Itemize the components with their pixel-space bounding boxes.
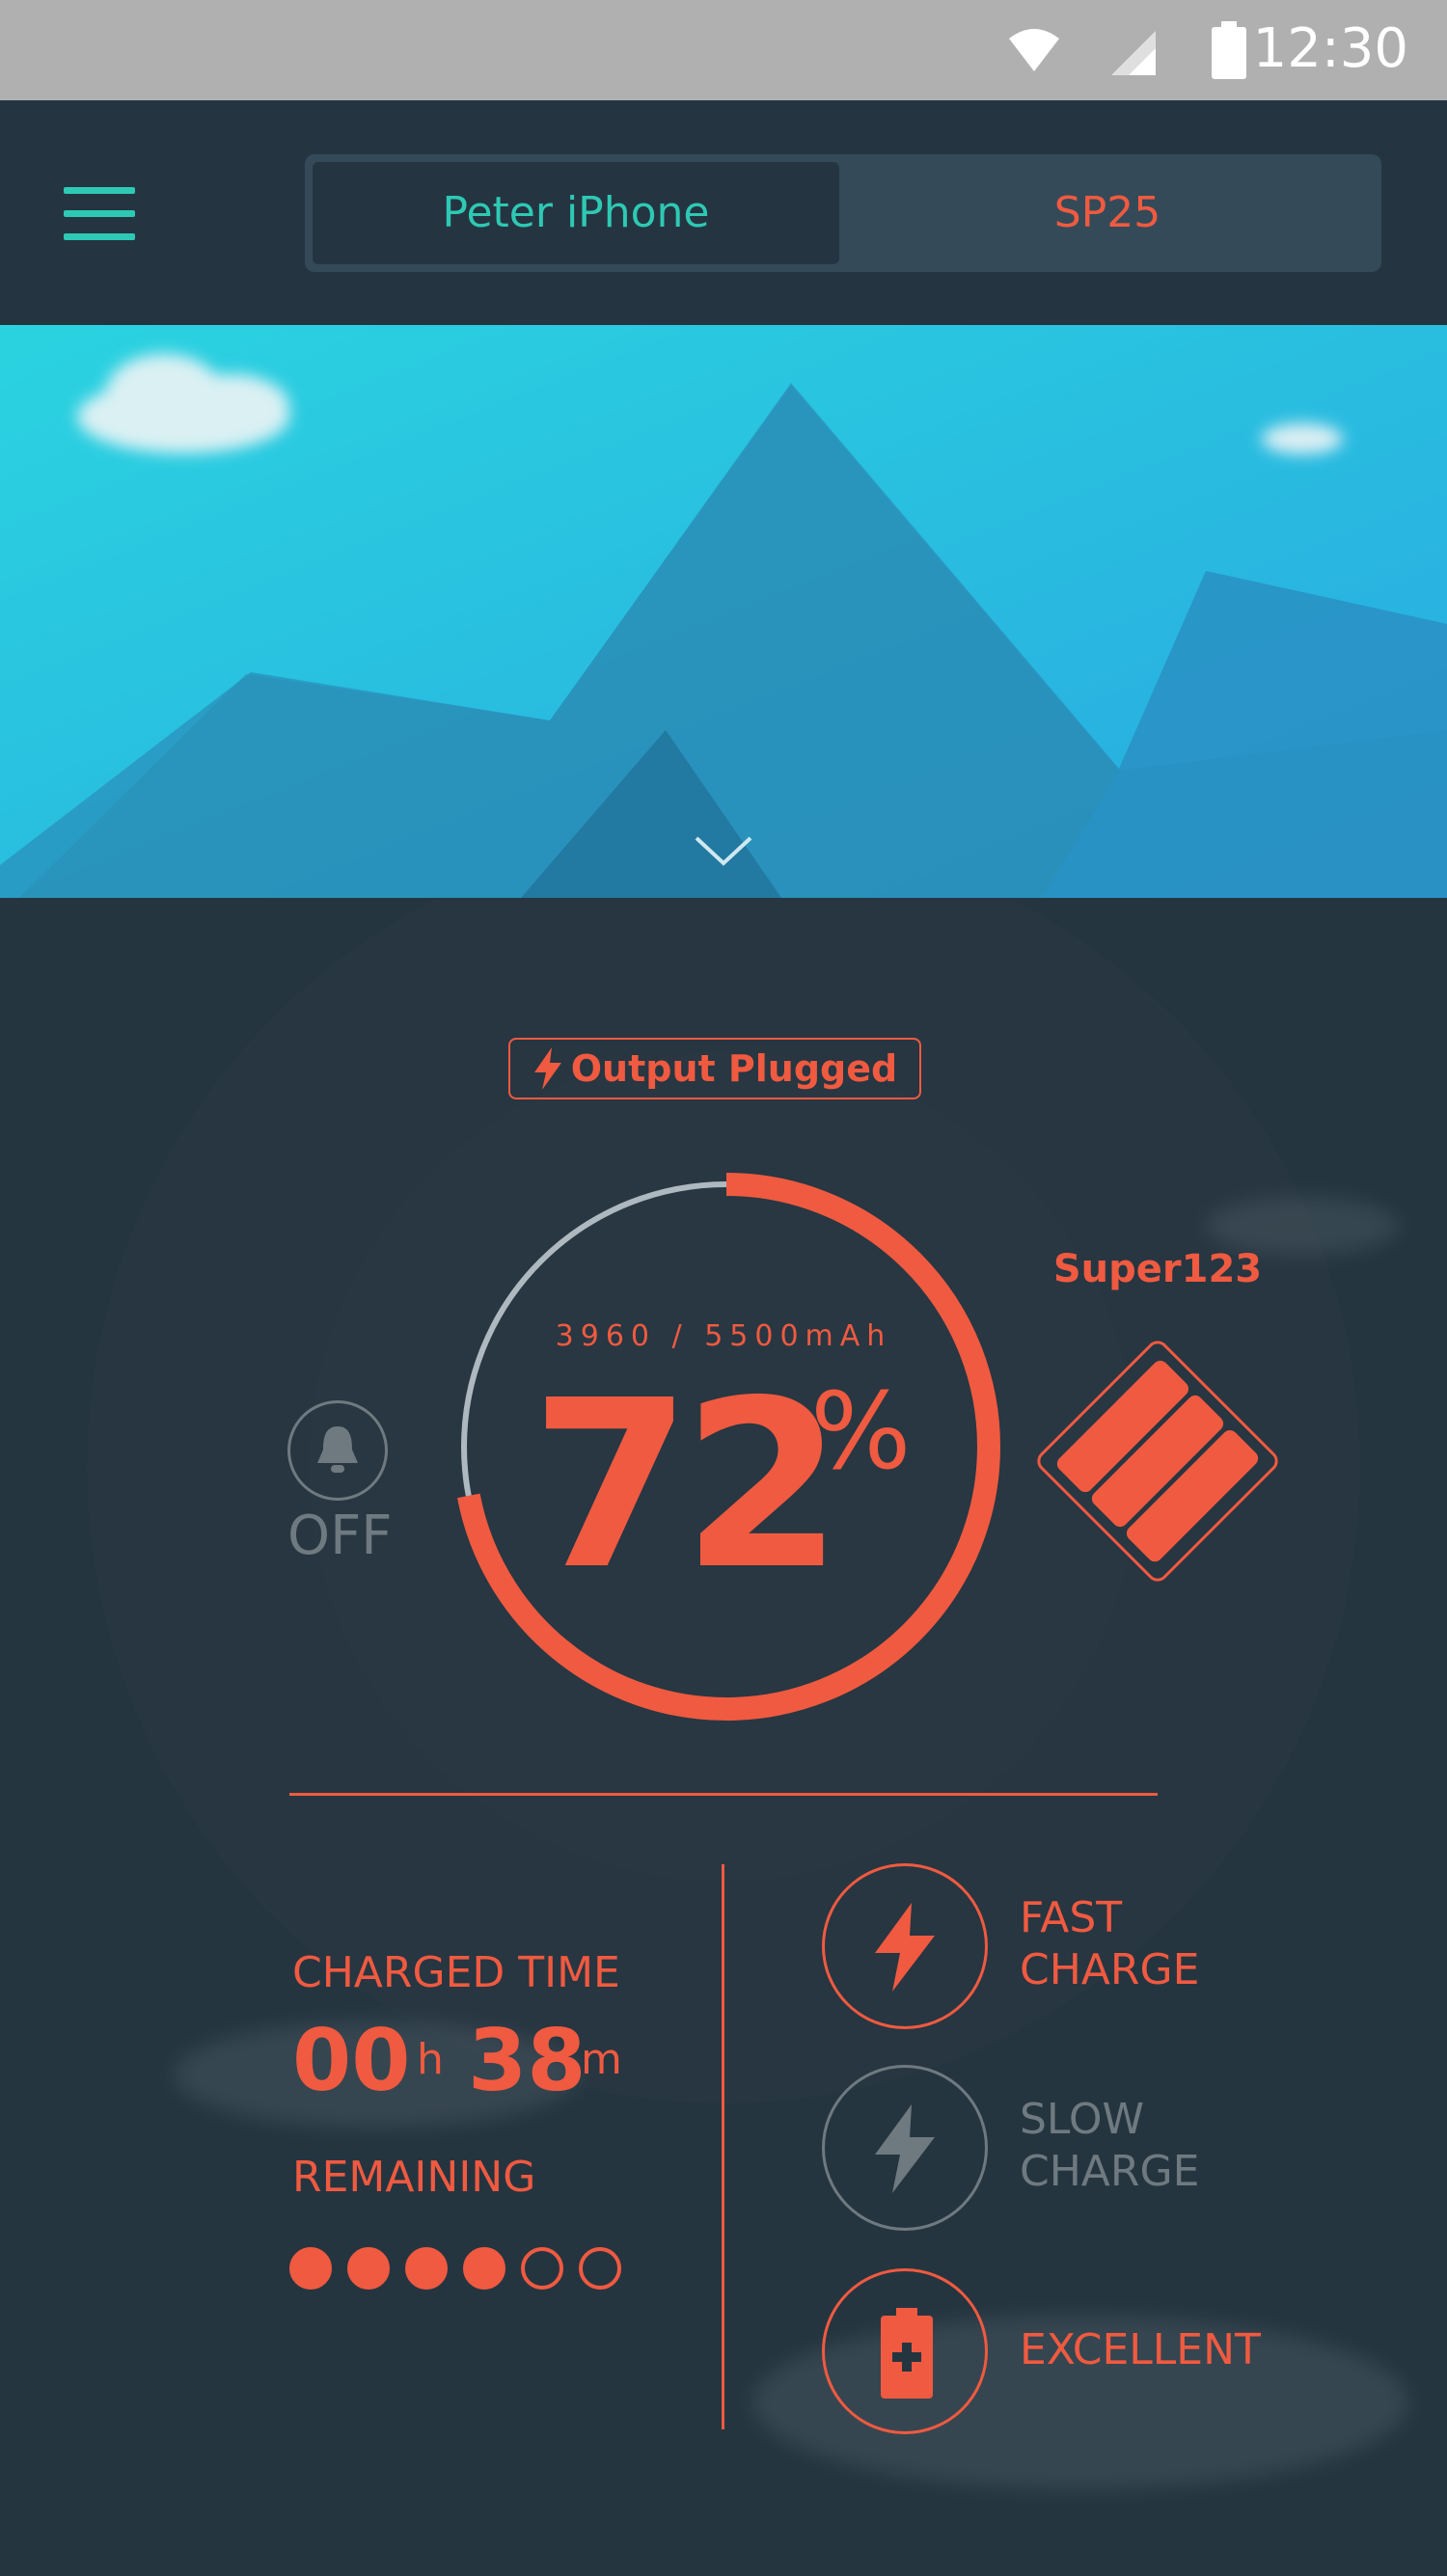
remaining-label: REMAINING	[292, 2153, 536, 2202]
fast-charge-label: FAST CHARGE	[1020, 1892, 1199, 1996]
hero-banner	[0, 325, 1447, 898]
alarm-state: OFF	[287, 1505, 393, 1567]
fast-charge-label-line2: CHARGE	[1020, 1945, 1200, 1994]
capacity-text: 3960 / 5500mAh	[555, 1319, 892, 1353]
battery-plus-icon	[881, 2308, 933, 2399]
section-divider	[289, 1793, 1158, 1796]
charged-minutes: 38	[468, 2011, 587, 2110]
slow-charge-button[interactable]	[822, 2065, 988, 2231]
power-bank-icon[interactable]	[1023, 1326, 1293, 1596]
tab-peter-iphone[interactable]: Peter iPhone	[313, 162, 839, 264]
charged-time-label: CHARGED TIME	[292, 1948, 620, 1997]
column-divider	[722, 1864, 724, 2429]
battery-percent-value: 72	[531, 1350, 843, 1620]
charged-hours-unit: h	[417, 2035, 444, 2084]
bell-icon	[317, 1426, 358, 1473]
lightning-icon	[533, 1047, 561, 1090]
fast-charge-button[interactable]	[822, 1863, 988, 2029]
remaining-dot-empty	[521, 2247, 563, 2290]
chevron-down-icon[interactable]	[693, 834, 754, 869]
battery-percent-unit: %	[810, 1369, 912, 1493]
mountain-illustration	[0, 325, 1447, 898]
remaining-dot-filled	[463, 2247, 505, 2290]
slow-charge-label-line1: SLOW	[1020, 2095, 1145, 2144]
cell-signal-icon	[1111, 31, 1156, 75]
charged-hours: 00	[292, 2011, 411, 2110]
app-bar: Peter iPhone SP25	[0, 100, 1447, 325]
alarm-toggle[interactable]	[287, 1400, 388, 1501]
output-status-label: Output Plugged	[570, 1047, 898, 1090]
remaining-dot-filled	[347, 2247, 390, 2290]
lightning-icon	[875, 2104, 935, 2193]
fast-charge-label-line1: FAST	[1020, 1893, 1123, 1942]
slow-charge-label: SLOW CHARGE	[1020, 2094, 1199, 2198]
output-status-badge: Output Plugged	[508, 1038, 921, 1099]
wifi-icon	[1009, 29, 1059, 71]
status-bar: 12:30	[0, 0, 1447, 100]
battery-icon	[1212, 21, 1246, 79]
remaining-dot-filled	[289, 2247, 332, 2290]
charged-minutes-unit: m	[581, 2035, 622, 2084]
slow-charge-label-line2: CHARGE	[1020, 2147, 1200, 2196]
remaining-dot-empty	[579, 2247, 621, 2290]
hamburger-menu-icon[interactable]	[58, 187, 135, 245]
device-name: Super123	[1052, 1247, 1263, 1291]
tab-sp25[interactable]: SP25	[841, 162, 1374, 264]
remaining-dot-filled	[405, 2247, 448, 2290]
lightning-icon	[875, 1903, 935, 1992]
battery-health-label: EXCELLENT	[1020, 2325, 1261, 2374]
device-switcher: Peter iPhone SP25	[305, 154, 1381, 272]
battery-health-button[interactable]	[822, 2268, 988, 2434]
status-time: 12:30	[1252, 17, 1408, 80]
